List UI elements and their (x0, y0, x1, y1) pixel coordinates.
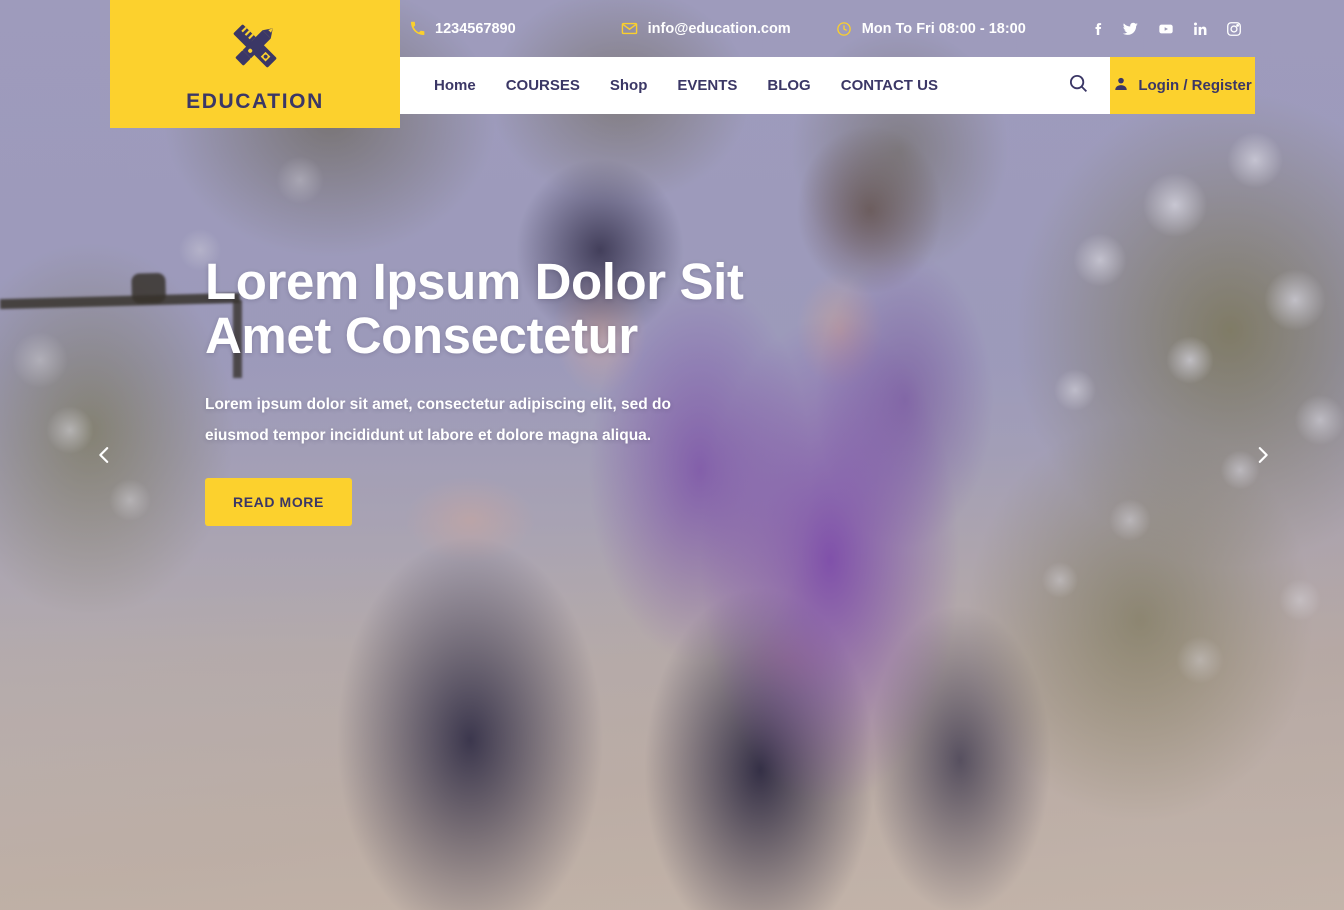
youtube-icon[interactable] (1157, 21, 1175, 37)
email-address: info@education.com (647, 20, 791, 37)
carousel-prev-button[interactable] (84, 437, 124, 477)
main-navigation: Home COURSES Shop EVENTS BLOG CONTACT US (400, 57, 1255, 114)
phone-info[interactable]: 1234567890 (410, 21, 516, 37)
ruler-pencil-icon (224, 15, 286, 82)
twitter-icon[interactable] (1122, 21, 1139, 37)
envelope-icon (621, 20, 638, 37)
chevron-right-icon (1252, 444, 1274, 471)
nav-item-shop[interactable]: Shop (595, 77, 663, 94)
carousel-next-button[interactable] (1243, 437, 1283, 477)
instagram-icon[interactable] (1226, 21, 1242, 37)
page-root: 1234567890 info@education.com Mon To Fri… (0, 0, 1344, 910)
login-register-label: Login / Register (1138, 77, 1252, 94)
logo-text: EDUCATION (186, 89, 324, 113)
nav-item-home[interactable]: Home (419, 77, 491, 94)
hero-content: Lorem Ipsum Dolor Sit Amet Consectetur L… (205, 253, 845, 527)
linkedin-icon[interactable] (1193, 21, 1208, 37)
hours-info: Mon To Fri 08:00 - 18:00 (836, 21, 1026, 37)
site-logo[interactable]: EDUCATION (110, 0, 400, 128)
clock-icon (836, 21, 852, 37)
chevron-left-icon (93, 444, 115, 471)
nav-links: Home COURSES Shop EVENTS BLOG CONTACT US (419, 77, 953, 94)
email-info[interactable]: info@education.com (621, 20, 791, 37)
facebook-icon[interactable] (1091, 21, 1104, 37)
nav-item-blog[interactable]: BLOG (752, 77, 825, 94)
user-icon (1113, 76, 1129, 96)
hero-title: Lorem Ipsum Dolor Sit Amet Consectetur (205, 253, 744, 365)
phone-number: 1234567890 (435, 20, 516, 37)
social-links (1091, 21, 1242, 37)
hours-text: Mon To Fri 08:00 - 18:00 (861, 20, 1026, 37)
hero-subtitle: Lorem ipsum dolor sit amet, consectetur … (205, 396, 671, 445)
search-button[interactable] (1046, 57, 1110, 114)
nav-item-courses[interactable]: COURSES (491, 77, 595, 94)
search-icon (1068, 73, 1089, 99)
phone-icon (410, 21, 425, 36)
nav-item-events[interactable]: EVENTS (662, 77, 752, 94)
login-register-button[interactable]: Login / Register (1110, 57, 1255, 114)
read-more-button[interactable]: READ MORE (205, 478, 352, 527)
nav-item-contact-us[interactable]: CONTACT US (826, 77, 953, 94)
